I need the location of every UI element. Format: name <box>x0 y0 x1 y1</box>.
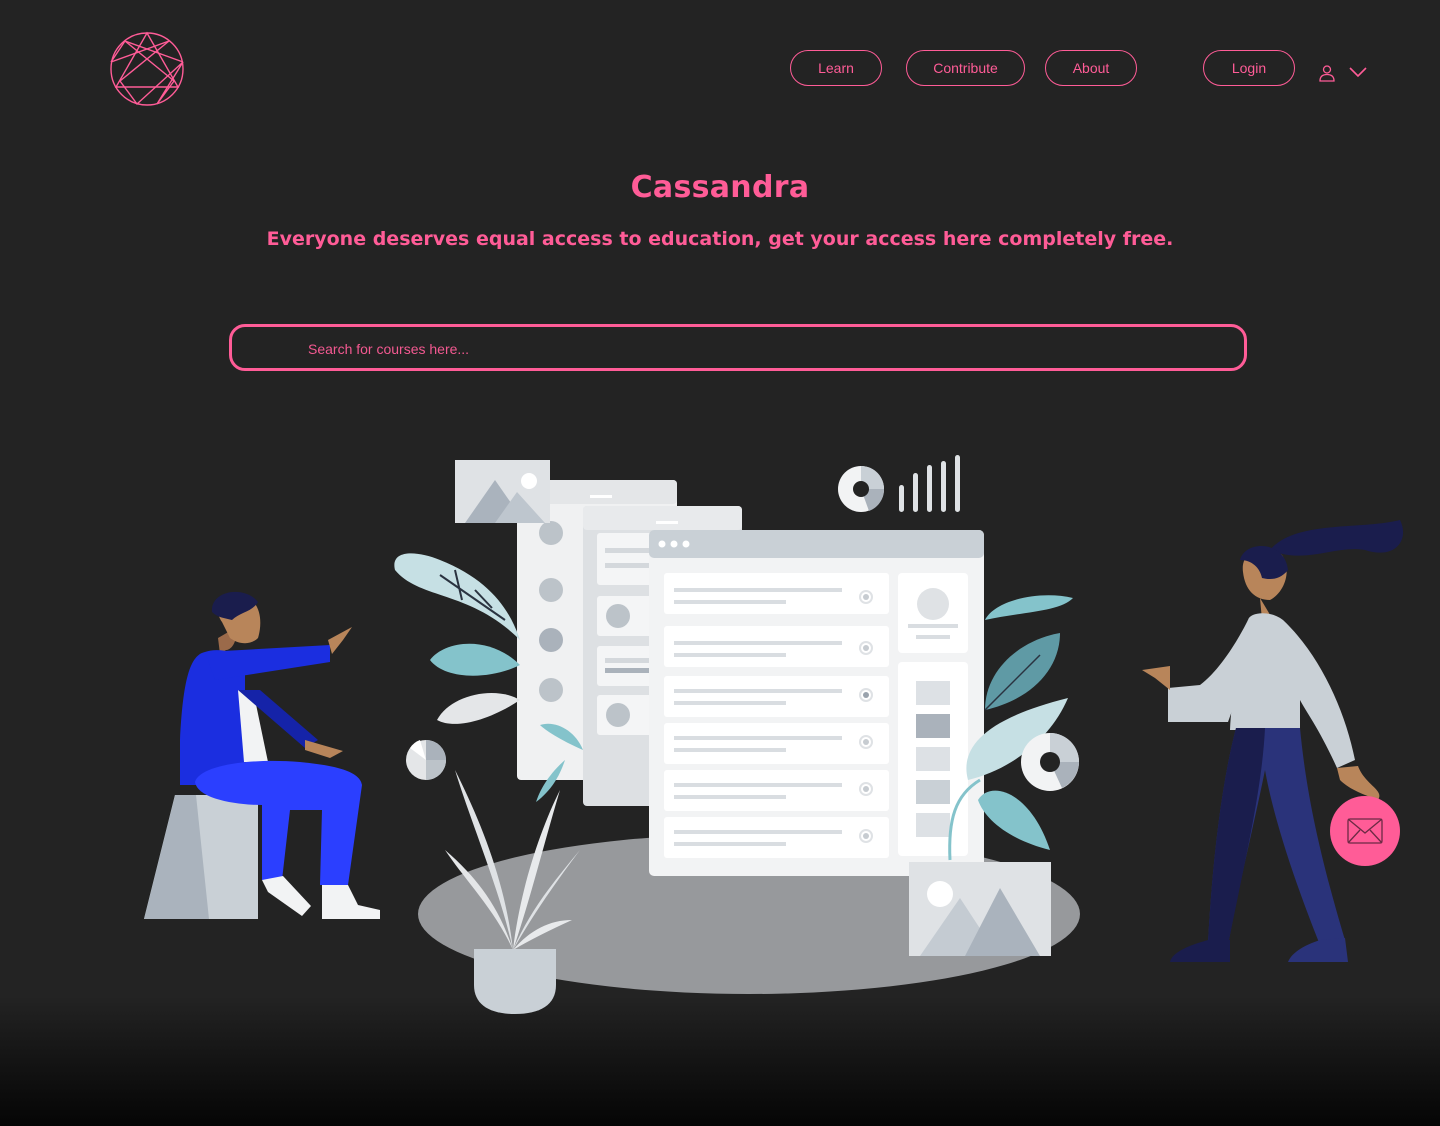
mini-charts-top <box>838 455 960 512</box>
login-button[interactable]: Login <box>1203 50 1295 86</box>
nav-contribute-button[interactable]: Contribute <box>906 50 1025 86</box>
chevron-down-icon[interactable] <box>1348 66 1368 78</box>
person-walking <box>1142 520 1404 962</box>
user-icon[interactable] <box>1318 64 1336 82</box>
contact-mail-button[interactable] <box>1330 796 1400 866</box>
search-input[interactable] <box>306 327 1210 370</box>
page-title: Cassandra <box>630 170 810 205</box>
image-placeholder-bottom <box>909 862 1051 956</box>
nav-learn-button[interactable]: Learn <box>790 50 882 86</box>
image-placeholder-top <box>455 460 550 523</box>
mail-icon <box>1347 818 1383 844</box>
main-dashboard-card <box>649 530 984 876</box>
search-bar[interactable] <box>229 324 1247 371</box>
person-seated <box>144 591 380 919</box>
nav-about-button[interactable]: About <box>1045 50 1137 86</box>
hero-illustration <box>144 455 1404 1014</box>
hero-subtitle: Everyone deserves equal access to educat… <box>266 228 1174 250</box>
logo-icon[interactable] <box>108 30 186 108</box>
